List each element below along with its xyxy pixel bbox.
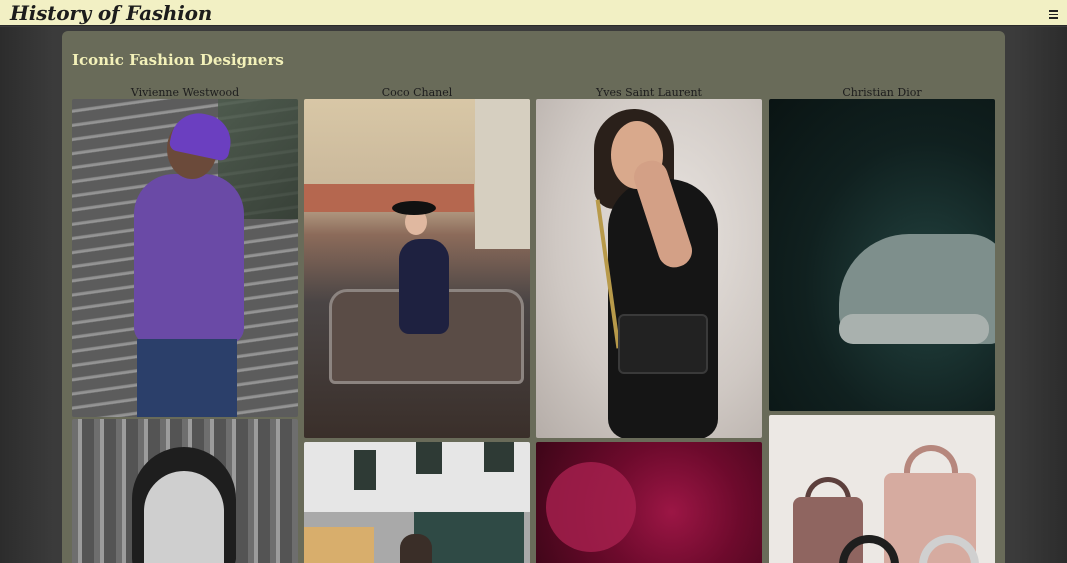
photo-christian-dior-2[interactable]: [769, 415, 995, 563]
column-label-yves-saint-laurent: Yves Saint Laurent: [596, 86, 702, 99]
photo-yves-saint-laurent-2[interactable]: [536, 442, 762, 563]
photo-vivienne-westwood-1[interactable]: [72, 99, 298, 417]
site-title[interactable]: History of Fashion: [10, 0, 212, 26]
column-label-vivienne-westwood: Vivienne Westwood: [130, 86, 240, 99]
column-label-christian-dior: Christian Dior: [842, 86, 922, 99]
column-label-coco-chanel: Coco Chanel: [381, 86, 453, 99]
photo-christian-dior-1[interactable]: [769, 99, 995, 411]
photo-vivienne-westwood-2[interactable]: [72, 419, 298, 563]
top-bar: History of Fashion: [0, 0, 1067, 26]
photo-coco-chanel-2[interactable]: [304, 442, 530, 563]
photo-yves-saint-laurent-1[interactable]: [536, 99, 762, 438]
section-title: Iconic Fashion Designers: [72, 51, 284, 69]
hamburger-menu-icon[interactable]: [1049, 10, 1058, 19]
photo-coco-chanel-1[interactable]: [304, 99, 530, 438]
designers-panel: Iconic Fashion Designers Vivienne Westwo…: [62, 31, 1005, 563]
